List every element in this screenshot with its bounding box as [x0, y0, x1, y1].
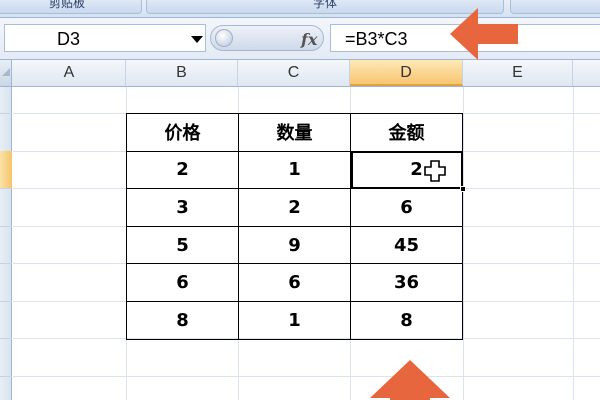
- table-header-price[interactable]: 价格: [126, 113, 239, 152]
- table-cell[interactable]: 3: [126, 188, 239, 227]
- table-row: 6 6 36: [126, 263, 463, 302]
- table-cell-value: 2: [410, 159, 423, 181]
- name-box[interactable]: D3: [4, 24, 206, 52]
- select-all-corner[interactable]: [0, 60, 12, 86]
- formula-text: =B3*C3: [345, 29, 408, 49]
- fill-handle[interactable]: [460, 186, 466, 193]
- table-cell[interactable]: 6: [126, 263, 239, 302]
- table-cell[interactable]: 6: [238, 263, 351, 302]
- table-cell[interactable]: 6: [350, 188, 463, 227]
- table-row: 3 2 6: [126, 188, 463, 227]
- table-cell[interactable]: 2: [126, 150, 239, 190]
- column-header-b[interactable]: B: [126, 60, 238, 86]
- row-header-active[interactable]: [0, 151, 12, 188]
- column-header-d[interactable]: D: [350, 60, 463, 86]
- move-cursor-icon: [424, 159, 446, 182]
- table-header-amount[interactable]: 金额: [350, 113, 463, 152]
- row-header-strip[interactable]: [0, 87, 12, 400]
- table-cell[interactable]: 45: [350, 225, 463, 265]
- ribbon-group-label: 剪贴板: [48, 0, 85, 10]
- ribbon-group-clipboard[interactable]: 剪贴板: [0, 0, 142, 14]
- table-row: 8 1 8: [126, 300, 463, 340]
- table-row: 5 9 45: [126, 225, 463, 265]
- data-table: 价格 数量 金额 2 1 2 3 2 6 5 9 45 6 6 36 8 1 8: [126, 113, 466, 340]
- dropdown-arrow-icon[interactable]: [191, 36, 203, 43]
- right-arrow-icon: [450, 8, 518, 60]
- select-all-icon: [2, 68, 10, 76]
- table-cell[interactable]: 8: [126, 300, 239, 340]
- name-box-value: D3: [57, 29, 81, 49]
- table-header-quantity[interactable]: 数量: [238, 113, 351, 152]
- table-cell[interactable]: 5: [126, 225, 239, 265]
- table-cell[interactable]: 9: [238, 225, 351, 265]
- table-row: 2 1 2: [126, 150, 466, 193]
- up-arrow-icon: [370, 360, 450, 400]
- table-header-row: 价格 数量 金额: [126, 113, 463, 152]
- table-cell[interactable]: 2: [238, 188, 351, 227]
- ribbon-group-label: 字体: [312, 0, 337, 10]
- splitter-knob-icon[interactable]: [215, 29, 233, 47]
- column-header-c[interactable]: C: [238, 60, 350, 86]
- table-cell[interactable]: 36: [350, 263, 463, 302]
- selected-cell-d3[interactable]: 2: [350, 150, 466, 193]
- column-header-a[interactable]: A: [13, 60, 126, 86]
- table-cell[interactable]: 8: [350, 300, 463, 340]
- table-cell[interactable]: 1: [238, 300, 351, 340]
- table-cell[interactable]: 1: [238, 150, 351, 190]
- fx-icon[interactable]: fx: [301, 30, 317, 49]
- ribbon-group-alignment[interactable]: [510, 0, 600, 14]
